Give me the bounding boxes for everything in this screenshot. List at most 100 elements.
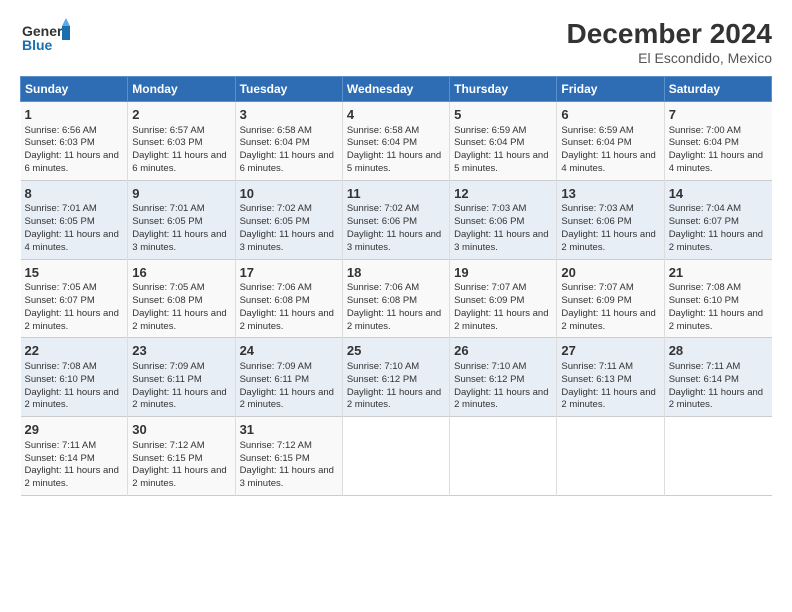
daylight: Daylight: 11 hours and 3 minutes. (240, 229, 334, 253)
daylight: Daylight: 11 hours and 3 minutes. (132, 229, 226, 253)
daylight: Daylight: 11 hours and 2 minutes. (454, 308, 548, 332)
sunrise: Sunrise: 7:00 AM (669, 125, 741, 136)
calendar-cell: 11Sunrise: 7:02 AMSunset: 6:06 PMDayligh… (342, 180, 449, 259)
day-number: 7 (669, 106, 768, 124)
sunrise: Sunrise: 7:11 AM (669, 361, 741, 372)
col-header-wednesday: Wednesday (342, 77, 449, 102)
calendar-cell: 1Sunrise: 6:56 AMSunset: 6:03 PMDaylight… (21, 102, 128, 181)
sunset: Sunset: 6:03 PM (132, 137, 202, 148)
daylight: Daylight: 11 hours and 3 minutes. (347, 229, 441, 253)
sunset: Sunset: 6:10 PM (669, 295, 739, 306)
main-title: December 2024 (567, 18, 772, 50)
sunset: Sunset: 6:08 PM (347, 295, 417, 306)
sunset: Sunset: 6:12 PM (454, 374, 524, 385)
sunset: Sunset: 6:12 PM (347, 374, 417, 385)
daylight: Daylight: 11 hours and 2 minutes. (240, 308, 334, 332)
header: General Blue December 2024 El Escondido,… (20, 18, 772, 66)
col-header-sunday: Sunday (21, 77, 128, 102)
sunrise: Sunrise: 7:09 AM (132, 361, 204, 372)
sunset: Sunset: 6:06 PM (561, 216, 631, 227)
daylight: Daylight: 11 hours and 4 minutes. (669, 150, 763, 174)
day-number: 11 (347, 185, 445, 203)
sunset: Sunset: 6:06 PM (347, 216, 417, 227)
week-row-4: 22Sunrise: 7:08 AMSunset: 6:10 PMDayligh… (21, 338, 772, 417)
sunset: Sunset: 6:15 PM (240, 453, 310, 464)
day-number: 5 (454, 106, 552, 124)
day-number: 29 (25, 421, 124, 439)
day-number: 12 (454, 185, 552, 203)
day-number: 6 (561, 106, 659, 124)
calendar-cell: 28Sunrise: 7:11 AMSunset: 6:14 PMDayligh… (664, 338, 771, 417)
sunrise: Sunrise: 6:59 AM (454, 125, 526, 136)
day-number: 28 (669, 342, 768, 360)
daylight: Daylight: 11 hours and 5 minutes. (347, 150, 441, 174)
sunrise: Sunrise: 6:59 AM (561, 125, 633, 136)
subtitle: El Escondido, Mexico (567, 50, 772, 66)
day-number: 18 (347, 264, 445, 282)
day-number: 3 (240, 106, 338, 124)
sunset: Sunset: 6:15 PM (132, 453, 202, 464)
calendar-cell: 15Sunrise: 7:05 AMSunset: 6:07 PMDayligh… (21, 259, 128, 338)
calendar-cell (342, 417, 449, 496)
daylight: Daylight: 11 hours and 2 minutes. (669, 229, 763, 253)
sunset: Sunset: 6:11 PM (240, 374, 310, 385)
day-number: 24 (240, 342, 338, 360)
day-number: 31 (240, 421, 338, 439)
day-number: 27 (561, 342, 659, 360)
sunrise: Sunrise: 7:10 AM (454, 361, 526, 372)
sunrise: Sunrise: 7:10 AM (347, 361, 419, 372)
sunset: Sunset: 6:05 PM (240, 216, 310, 227)
day-number: 14 (669, 185, 768, 203)
sunrise: Sunrise: 7:09 AM (240, 361, 312, 372)
daylight: Daylight: 11 hours and 2 minutes. (561, 229, 655, 253)
sunset: Sunset: 6:06 PM (454, 216, 524, 227)
sunrise: Sunrise: 7:01 AM (132, 203, 204, 214)
sunset: Sunset: 6:09 PM (561, 295, 631, 306)
sunset: Sunset: 6:04 PM (454, 137, 524, 148)
sunset: Sunset: 6:08 PM (240, 295, 310, 306)
calendar-cell: 9Sunrise: 7:01 AMSunset: 6:05 PMDaylight… (128, 180, 235, 259)
calendar-cell: 18Sunrise: 7:06 AM Sunset: 6:08 PM Dayligh… (342, 259, 449, 338)
calendar-cell: 10Sunrise: 7:02 AMSunset: 6:05 PMDayligh… (235, 180, 342, 259)
sunset: Sunset: 6:13 PM (561, 374, 631, 385)
calendar-cell: 4Sunrise: 6:58 AMSunset: 6:04 PMDaylight… (342, 102, 449, 181)
daylight: Daylight: 11 hours and 6 minutes. (132, 150, 226, 174)
title-block: December 2024 El Escondido, Mexico (567, 18, 772, 66)
calendar-cell: 3Sunrise: 6:58 AMSunset: 6:04 PMDaylight… (235, 102, 342, 181)
calendar-cell: 8Sunrise: 7:01 AMSunset: 6:05 PMDaylight… (21, 180, 128, 259)
daylight: Daylight: 11 hours and 2 minutes. (561, 387, 655, 411)
daylight: Daylight: 11 hours and 2 minutes. (347, 308, 441, 332)
daylight: Daylight: 11 hours and 2 minutes. (347, 387, 441, 411)
day-number: 25 (347, 342, 445, 360)
daylight: Daylight: 11 hours and 2 minutes. (561, 308, 655, 332)
calendar-cell: 29Sunrise: 7:11 AMSunset: 6:14 PMDayligh… (21, 417, 128, 496)
sunrise: Sunrise: 7:06 AM (240, 282, 312, 293)
sunrise: Sunrise: 7:06 AM (347, 282, 419, 293)
daylight: Daylight: 11 hours and 2 minutes. (132, 308, 226, 332)
col-header-friday: Friday (557, 77, 664, 102)
day-number: 10 (240, 185, 338, 203)
sunrise: Sunrise: 6:58 AM (347, 125, 419, 136)
day-number: 8 (25, 185, 124, 203)
page: General Blue December 2024 El Escondido,… (0, 0, 792, 612)
day-number: 30 (132, 421, 230, 439)
sunrise: Sunrise: 7:12 AM (132, 440, 204, 451)
daylight: Daylight: 11 hours and 2 minutes. (132, 465, 226, 489)
sunrise: Sunrise: 7:01 AM (25, 203, 97, 214)
sunrise: Sunrise: 7:03 AM (561, 203, 633, 214)
sunrise: Sunrise: 7:08 AM (669, 282, 741, 293)
calendar-cell: 14Sunrise: 7:04 AMSunset: 6:07 PMDayligh… (664, 180, 771, 259)
day-number: 1 (25, 106, 124, 124)
sunset: Sunset: 6:03 PM (25, 137, 95, 148)
sunset: Sunset: 6:05 PM (132, 216, 202, 227)
daylight: Daylight: 11 hours and 2 minutes. (669, 308, 763, 332)
day-number: 13 (561, 185, 659, 203)
calendar-cell: 20Sunrise: 7:07 AMSunset: 6:09 PMDayligh… (557, 259, 664, 338)
sunrise: Sunrise: 7:11 AM (561, 361, 633, 372)
calendar-cell: 23Sunrise: 7:09 AMSunset: 6:11 PMDayligh… (128, 338, 235, 417)
col-header-tuesday: Tuesday (235, 77, 342, 102)
calendar-cell: 21Sunrise: 7:08 AMSunset: 6:10 PMDayligh… (664, 259, 771, 338)
sunset: Sunset: 6:14 PM (25, 453, 95, 464)
sunset: Sunset: 6:11 PM (132, 374, 202, 385)
sunset: Sunset: 6:09 PM (454, 295, 524, 306)
